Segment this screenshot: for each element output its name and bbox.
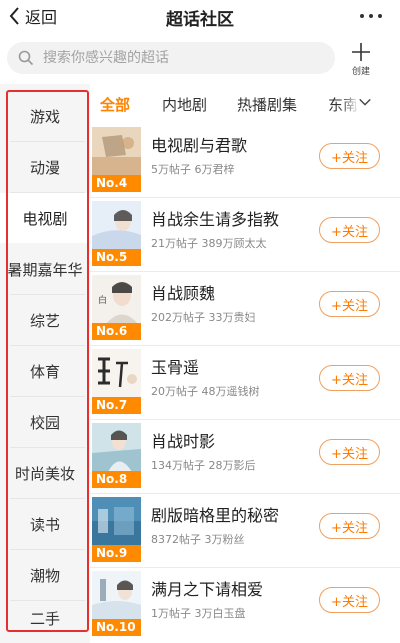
follow-button[interactable]: +关注 (319, 513, 380, 539)
rank-badge: No.4 (92, 175, 141, 192)
topic-title: 肖战时影 (151, 432, 216, 451)
list-item[interactable]: 白 No.6 肖战顾魏 202万帖子 33万贵妇 +关注 (90, 272, 400, 345)
search-bar: 创建 (0, 34, 400, 84)
cover-image (92, 423, 141, 472)
sidebar-item-variety[interactable]: 综艺 (0, 295, 90, 345)
cover-image (92, 127, 141, 176)
category-sidebar: 游戏 动漫 电视剧 暑期嘉年华 综艺 体育 校园 时尚美妆 读书 潮物 二手 (0, 84, 90, 643)
follow-button[interactable]: +关注 (319, 587, 380, 613)
list-item[interactable]: No.10 满月之下请相爱 1万帖子 3万白玉盘 +关注 (90, 568, 400, 641)
sidebar-item-sports[interactable]: 体育 (0, 346, 90, 396)
list-item[interactable]: No.5 肖战余生请多指教 21万帖子 389万顾太太 +关注 (90, 198, 400, 271)
top-bar: 返回 超话社区 (0, 0, 400, 34)
topic-title: 满月之下请相爱 (151, 580, 264, 599)
list-item[interactable]: No.7 玉骨遥 20万帖子 48万遥钱树 +关注 (90, 346, 400, 419)
sidebar-item-second-hand[interactable]: 二手 (0, 593, 90, 643)
follow-button[interactable]: +关注 (319, 143, 380, 169)
search-box[interactable] (7, 42, 335, 74)
topic-title: 电视剧与君歌 (151, 136, 248, 155)
sidebar-item-tv-series[interactable]: 电视剧 (0, 193, 90, 243)
tab-hot-series[interactable]: 热播剧集 (237, 94, 297, 115)
cover-image (92, 201, 141, 250)
search-input[interactable] (43, 50, 333, 66)
list-item[interactable]: No.8 肖战时影 134万帖子 28万影后 +关注 (90, 420, 400, 493)
search-icon (18, 50, 34, 66)
category-tabs: 全部 内地剧 热播剧集 东南 (90, 84, 400, 124)
topic-stats: 21万帖子 389万顾太太 (151, 237, 267, 250)
follow-button[interactable]: +关注 (319, 365, 380, 391)
follow-button[interactable]: +关注 (319, 291, 380, 317)
more-horizontal-icon[interactable] (360, 14, 382, 18)
rank-badge: No.8 (92, 471, 141, 488)
rank-badge: No.5 (92, 249, 141, 266)
cover-image: 白 (92, 275, 141, 324)
sidebar-item-games[interactable]: 游戏 (0, 91, 90, 141)
svg-text:白: 白 (98, 294, 107, 306)
topic-stats: 134万帖子 28万影后 (151, 459, 256, 472)
topic-stats: 20万帖子 48万遥钱树 (151, 385, 260, 398)
page-title: 超话社区 (166, 10, 234, 30)
sidebar-item-summer-carnival[interactable]: 暑期嘉年华 (0, 244, 90, 294)
list-item[interactable]: No.9 剧版暗格里的秘密 8372帖子 3万粉丝 +关注 (90, 494, 400, 567)
topic-stats: 1万帖子 3万白玉盘 (151, 607, 246, 620)
topic-title: 玉骨遥 (151, 358, 200, 377)
topic-stats: 5万帖子 6万君梓 (151, 163, 235, 176)
sidebar-item-fashion-beauty[interactable]: 时尚美妆 (0, 448, 90, 498)
chevron-down-icon[interactable] (356, 96, 372, 108)
create-label: 创建 (351, 67, 370, 77)
tab-mainland-drama[interactable]: 内地剧 (162, 94, 207, 115)
follow-button[interactable]: +关注 (319, 439, 380, 465)
cover-image (92, 349, 141, 398)
topic-title: 肖战顾魏 (151, 284, 216, 303)
topic-title: 剧版暗格里的秘密 (151, 506, 280, 525)
topic-stats: 8372帖子 3万粉丝 (151, 533, 245, 546)
sidebar-item-campus[interactable]: 校园 (0, 397, 90, 447)
follow-button[interactable]: +关注 (319, 217, 380, 243)
rank-badge: No.9 (92, 545, 141, 562)
rank-badge: No.10 (92, 619, 141, 636)
create-button[interactable]: 创建 (344, 39, 378, 79)
tab-all[interactable]: 全部 (100, 94, 130, 115)
topic-title: 肖战余生请多指教 (151, 210, 280, 229)
sidebar-item-anime[interactable]: 动漫 (0, 142, 90, 192)
sidebar-item-reading[interactable]: 读书 (0, 499, 90, 549)
topic-stats: 202万帖子 33万贵妇 (151, 311, 256, 324)
rank-badge: No.6 (92, 323, 141, 340)
cover-image (92, 571, 141, 620)
plus-icon (352, 43, 370, 61)
cover-image (92, 497, 141, 546)
list-item[interactable]: No.4 电视剧与君歌 5万帖子 6万君梓 +关注 (90, 124, 400, 197)
rank-badge: No.7 (92, 397, 141, 414)
